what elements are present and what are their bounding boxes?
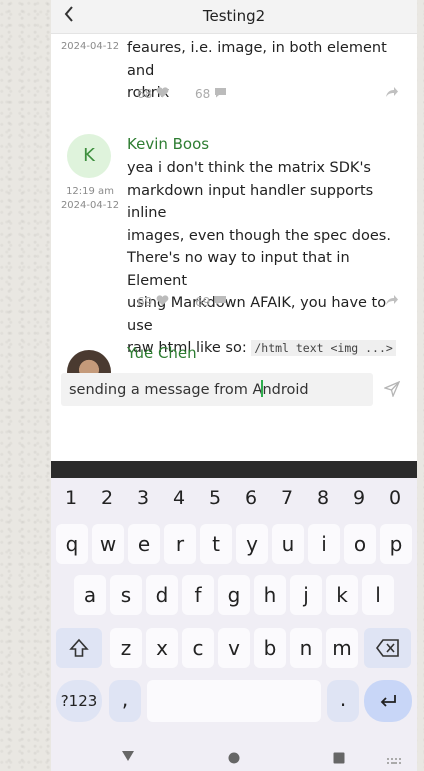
key-s[interactable]: s	[110, 575, 142, 615]
key-t[interactable]: t	[200, 524, 232, 564]
message-time: 12:19 am	[66, 186, 114, 197]
chat-screen: Testing2 2024-04-12 feaures, i.e. image,…	[51, 0, 417, 771]
back-nav-icon[interactable]	[121, 747, 135, 766]
top-bar: Testing2	[51, 0, 417, 34]
key-z[interactable]: z	[110, 628, 142, 668]
comment-icon	[214, 87, 227, 101]
key-e[interactable]: e	[128, 524, 160, 564]
inline-code: /html text <img ...>	[251, 340, 396, 356]
backspace-key[interactable]	[364, 628, 411, 668]
like-reaction[interactable]: 68	[137, 87, 169, 101]
key-7[interactable]: 7	[269, 487, 305, 509]
message-line: markdown input handler supports inline	[127, 182, 374, 222]
key-9[interactable]: 9	[341, 487, 377, 509]
on-screen-keyboard: 1 2 3 4 5 6 7 8 9 0 q w e r t y u i o p …	[51, 478, 417, 771]
comment-reaction[interactable]: 68	[195, 87, 227, 101]
key-r[interactable]: r	[164, 524, 196, 564]
avatar[interactable]: K	[67, 134, 111, 178]
key-x[interactable]: x	[146, 628, 178, 668]
send-icon[interactable]	[383, 380, 401, 401]
comment-count: 69	[195, 295, 211, 309]
share-icon[interactable]	[385, 86, 399, 102]
key-1[interactable]: 1	[53, 487, 89, 509]
key-i[interactable]: i	[308, 524, 340, 564]
key-3[interactable]: 3	[125, 487, 161, 509]
key-y[interactable]: y	[236, 524, 268, 564]
comment-count: 68	[195, 87, 211, 101]
message-line: using Markdown AFAIK, you have to use	[127, 295, 387, 334]
space-key[interactable]	[147, 680, 321, 722]
recents-nav-icon[interactable]	[333, 749, 345, 768]
key-k[interactable]: k	[326, 575, 358, 615]
message-line: images, even though the spec does.	[127, 227, 391, 244]
message-date: 2024-04-12	[60, 41, 120, 52]
key-m[interactable]: m	[326, 628, 358, 668]
home-nav-icon[interactable]	[228, 749, 240, 768]
comment-reaction[interactable]: 69	[195, 295, 227, 309]
comment-icon	[214, 295, 227, 309]
like-count: 68	[137, 87, 153, 101]
key-u[interactable]: u	[272, 524, 304, 564]
keyboard-toolbar	[51, 461, 417, 478]
key-a[interactable]: a	[74, 575, 106, 615]
message-body: feaures, i.e. image, in both element and…	[127, 37, 409, 105]
key-d[interactable]: d	[146, 575, 178, 615]
sender-name[interactable]: Yue Chen	[127, 344, 197, 362]
message-line: robrix	[127, 85, 170, 101]
key-4[interactable]: 4	[161, 487, 197, 509]
message-input-text: sending a message from Android	[69, 380, 309, 398]
enter-icon	[378, 690, 398, 714]
key-g[interactable]: g	[218, 575, 250, 615]
message-line: There's no way to input that in Element	[127, 250, 350, 289]
key-f[interactable]: f	[182, 575, 214, 615]
key-n[interactable]: n	[290, 628, 322, 668]
message-body: yea i don't think the matrix SDK's markd…	[127, 157, 409, 360]
key-j[interactable]: j	[290, 575, 322, 615]
key-5[interactable]: 5	[197, 487, 233, 509]
message-line: yea i don't think the matrix SDK's	[127, 160, 371, 176]
input-text-before-caret: sending a message from A	[69, 382, 263, 398]
like-reaction[interactable]: 69	[137, 295, 169, 309]
key-b[interactable]: b	[254, 628, 286, 668]
key-l[interactable]: l	[362, 575, 394, 615]
key-h[interactable]: h	[254, 575, 286, 615]
heart-icon	[156, 87, 169, 101]
message-input[interactable]: sending a message from Android	[61, 373, 373, 406]
heart-icon	[156, 295, 169, 309]
share-icon[interactable]	[385, 294, 399, 310]
like-count: 69	[137, 295, 153, 309]
key-q[interactable]: q	[56, 524, 88, 564]
backspace-icon	[375, 638, 400, 662]
key-2[interactable]: 2	[89, 487, 125, 509]
keyboard-switch-icon[interactable]	[387, 751, 401, 770]
key-v[interactable]: v	[218, 628, 250, 668]
period-key[interactable]: .	[327, 680, 359, 722]
input-text-after-caret: ndroid	[262, 382, 309, 398]
message-date: 2024-04-12	[60, 200, 120, 211]
shift-icon	[69, 638, 89, 663]
symbols-key[interactable]: ?123	[56, 680, 102, 722]
key-w[interactable]: w	[92, 524, 124, 564]
key-8[interactable]: 8	[305, 487, 341, 509]
key-6[interactable]: 6	[233, 487, 269, 509]
key-0[interactable]: 0	[377, 487, 413, 509]
comma-key[interactable]: ,	[109, 680, 141, 722]
key-c[interactable]: c	[182, 628, 214, 668]
key-o[interactable]: o	[344, 524, 376, 564]
room-title: Testing2	[202, 7, 266, 25]
sender-name[interactable]: Kevin Boos	[127, 135, 209, 153]
enter-key[interactable]	[364, 680, 412, 722]
shift-key[interactable]	[56, 628, 102, 668]
key-p[interactable]: p	[380, 524, 412, 564]
message-line: feaures, i.e. image, in both element and	[127, 40, 387, 79]
